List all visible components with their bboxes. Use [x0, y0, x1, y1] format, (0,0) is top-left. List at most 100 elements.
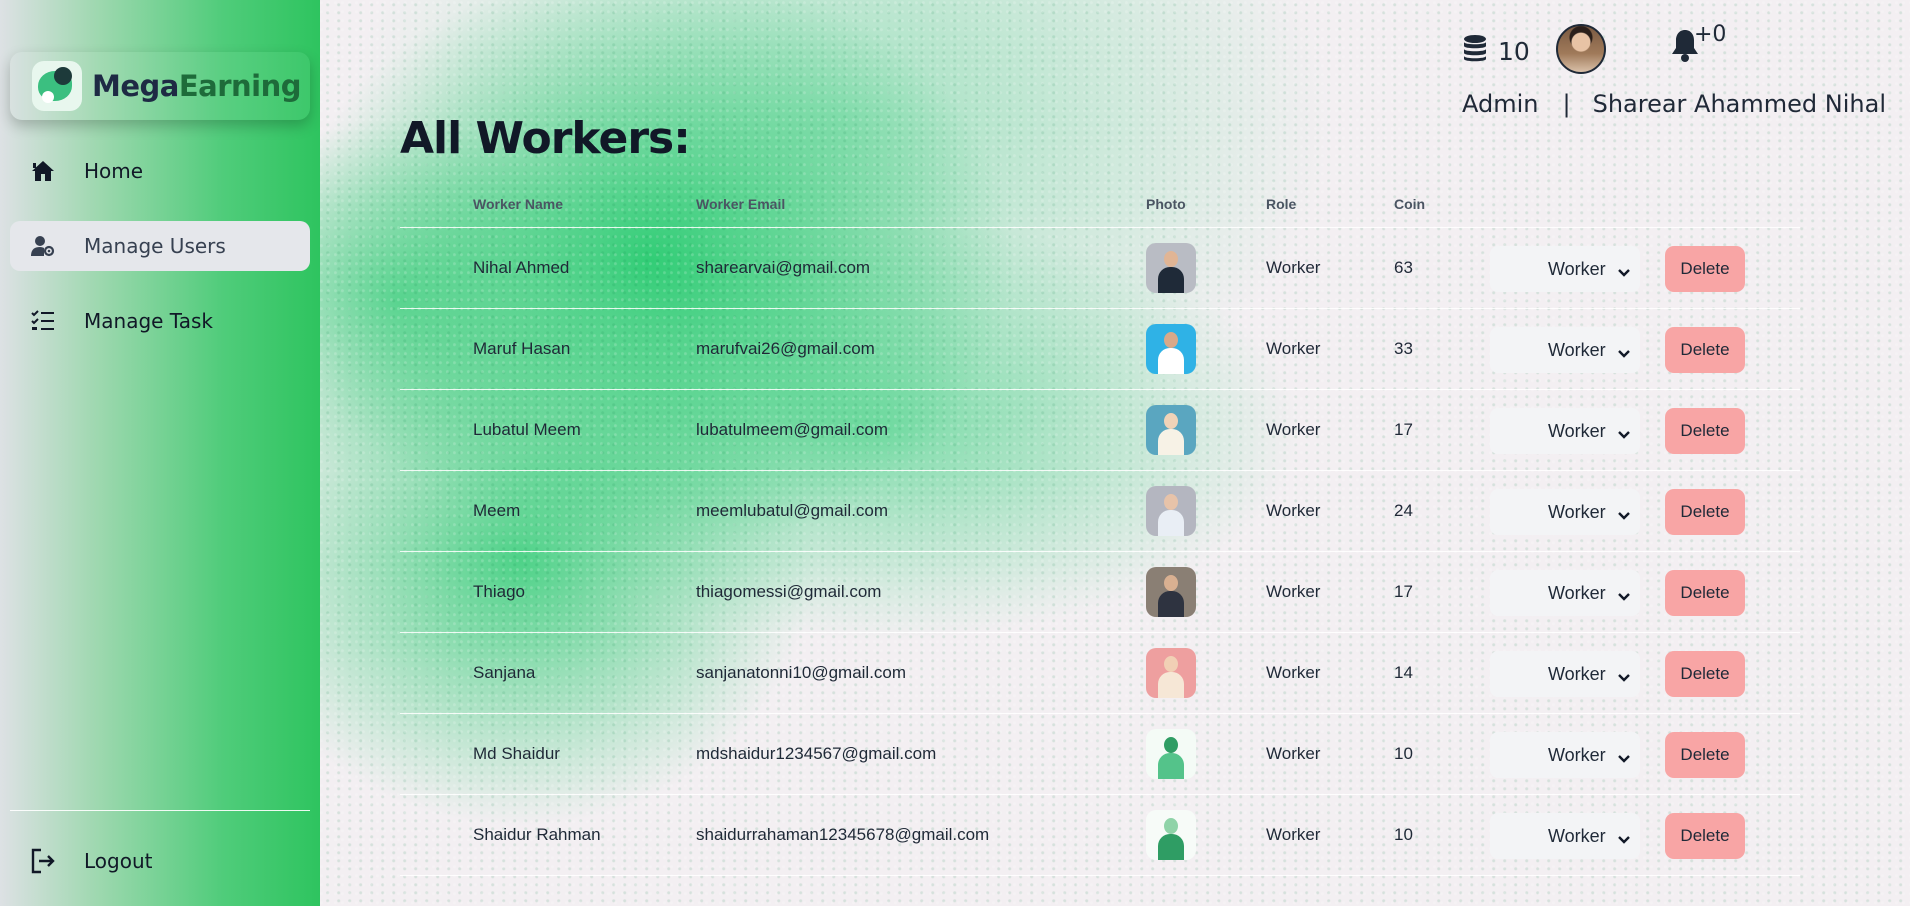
- role-select[interactable]: Worker: [1490, 651, 1640, 697]
- sidebar-item-label: Manage Task: [84, 309, 213, 333]
- worker-email: meemlubatul@gmail.com: [696, 501, 889, 520]
- role-select[interactable]: Worker: [1490, 813, 1640, 859]
- worker-role: Worker: [1266, 582, 1321, 601]
- role-select[interactable]: Worker: [1490, 408, 1640, 454]
- worker-coin: 24: [1394, 501, 1413, 520]
- delete-label: Delete: [1680, 745, 1730, 764]
- user-name: Sharear Ahammed Nihal: [1592, 90, 1886, 118]
- table-header: Worker Name Worker Email Photo Role Coin: [400, 190, 1800, 228]
- worker-role: Worker: [1266, 258, 1321, 277]
- worker-name: Thiago: [473, 582, 525, 601]
- worker-email: shaidurrahaman12345678@gmail.com: [696, 825, 990, 844]
- worker-role: Worker: [1266, 501, 1321, 520]
- delete-button[interactable]: Delete: [1665, 408, 1745, 454]
- photo-head: [1164, 494, 1178, 510]
- worker-photo: [1146, 324, 1196, 374]
- role-select-value: Worker: [1548, 420, 1606, 441]
- role-select-value: Worker: [1548, 825, 1606, 846]
- worker-name: Meem: [473, 501, 521, 520]
- table-row: Meem meemlubatul@gmail.com Worker 24 Wor…: [400, 471, 1800, 552]
- worker-name: Lubatul Meem: [473, 420, 581, 439]
- photo-body: [1158, 429, 1184, 455]
- coins-icon: [1462, 34, 1488, 68]
- role-select-value: Worker: [1548, 501, 1606, 522]
- chevron-down-icon: [1618, 586, 1630, 607]
- sidebar-item-label: Home: [84, 159, 144, 183]
- user-separator: |: [1562, 90, 1571, 118]
- photo-head: [1164, 818, 1178, 834]
- user-role: Admin: [1462, 90, 1539, 118]
- worker-email: sanjanatonni10@gmail.com: [696, 663, 907, 682]
- chevron-down-icon: [1618, 262, 1630, 283]
- worker-coin: 10: [1394, 825, 1413, 844]
- worker-coin: 10: [1394, 744, 1413, 763]
- chevron-down-icon: [1618, 829, 1630, 850]
- role-select[interactable]: Worker: [1490, 489, 1640, 535]
- role-select[interactable]: Worker: [1490, 732, 1640, 778]
- main-content: 10 +0 Admin | Sharear Ahammed Nihal All Wo…: [320, 0, 1910, 906]
- delete-label: Delete: [1680, 583, 1730, 602]
- worker-coin: 17: [1394, 582, 1413, 601]
- worker-role: Worker: [1266, 420, 1321, 439]
- logout-button[interactable]: Logout: [10, 836, 310, 886]
- brand-logo[interactable]: MegaEarning: [10, 52, 310, 120]
- role-select-value: Worker: [1548, 744, 1606, 765]
- delete-button[interactable]: Delete: [1665, 489, 1745, 535]
- logout-icon: [30, 848, 56, 874]
- column-header: Coin: [1394, 196, 1426, 212]
- sidebar-item-manage-users[interactable]: Manage Users: [10, 221, 310, 271]
- delete-label: Delete: [1680, 502, 1730, 521]
- avatar[interactable]: [1556, 24, 1606, 74]
- photo-head: [1164, 413, 1178, 429]
- worker-email: lubatulmeem@gmail.com: [696, 420, 889, 439]
- worker-role: Worker: [1266, 339, 1321, 358]
- delete-label: Delete: [1680, 259, 1730, 278]
- brand-name: MegaEarning: [92, 69, 302, 103]
- table-row: Nihal Ahmed sharearvai@gmail.com Worker …: [400, 228, 1800, 309]
- workers-table: Worker Name Worker Email Photo Role Coin…: [400, 190, 1800, 876]
- column-header: Worker Email: [696, 196, 786, 212]
- worker-photo: [1146, 729, 1196, 779]
- worker-email: marufvai26@gmail.com: [696, 339, 875, 358]
- role-select-value: Worker: [1548, 258, 1606, 279]
- column-header: Photo: [1146, 196, 1186, 212]
- photo-body: [1158, 267, 1184, 293]
- table-row: Sanjana sanjanatonni10@gmail.com Worker …: [400, 633, 1800, 714]
- photo-head: [1164, 737, 1178, 753]
- column-header: Worker Name: [473, 196, 564, 212]
- photo-head: [1164, 251, 1178, 267]
- delete-button[interactable]: Delete: [1665, 732, 1745, 778]
- logout-label: Logout: [84, 849, 153, 873]
- worker-name: Nihal Ahmed: [473, 258, 570, 277]
- role-select[interactable]: Worker: [1490, 246, 1640, 292]
- list-check-icon: [30, 308, 56, 334]
- chevron-down-icon: [1618, 343, 1630, 364]
- worker-email: mdshaidur1234567@gmail.com: [696, 744, 937, 763]
- delete-button[interactable]: Delete: [1665, 570, 1745, 616]
- sidebar: MegaEarning Home Manage Users Manage Tas…: [0, 0, 320, 906]
- notification-count: +0: [1694, 22, 1727, 47]
- coin-balance: 10: [1462, 34, 1530, 68]
- role-select[interactable]: Worker: [1490, 327, 1640, 373]
- delete-label: Delete: [1680, 826, 1730, 845]
- coin-count: 10: [1498, 36, 1530, 66]
- role-select[interactable]: Worker: [1490, 570, 1640, 616]
- photo-head: [1164, 575, 1178, 591]
- worker-photo: [1146, 567, 1196, 617]
- photo-head: [1164, 332, 1178, 348]
- table-row: Thiago thiagomessi@gmail.com Worker 17 W…: [400, 552, 1800, 633]
- sidebar-item-home[interactable]: Home: [10, 146, 310, 196]
- worker-email: sharearvai@gmail.com: [696, 258, 871, 277]
- table-row: Md Shaidur mdshaidur1234567@gmail.com Wo…: [400, 714, 1800, 795]
- delete-button[interactable]: Delete: [1665, 813, 1745, 859]
- delete-button[interactable]: Delete: [1665, 327, 1745, 373]
- delete-button[interactable]: Delete: [1665, 246, 1745, 292]
- worker-name: Maruf Hasan: [473, 339, 571, 358]
- user-gear-icon: [30, 233, 56, 259]
- sidebar-item-label: Manage Users: [84, 234, 226, 258]
- worker-email: thiagomessi@gmail.com: [696, 582, 882, 601]
- sidebar-item-manage-task[interactable]: Manage Task: [10, 296, 310, 346]
- photo-body: [1158, 348, 1184, 374]
- photo-body: [1158, 510, 1184, 536]
- delete-button[interactable]: Delete: [1665, 651, 1745, 697]
